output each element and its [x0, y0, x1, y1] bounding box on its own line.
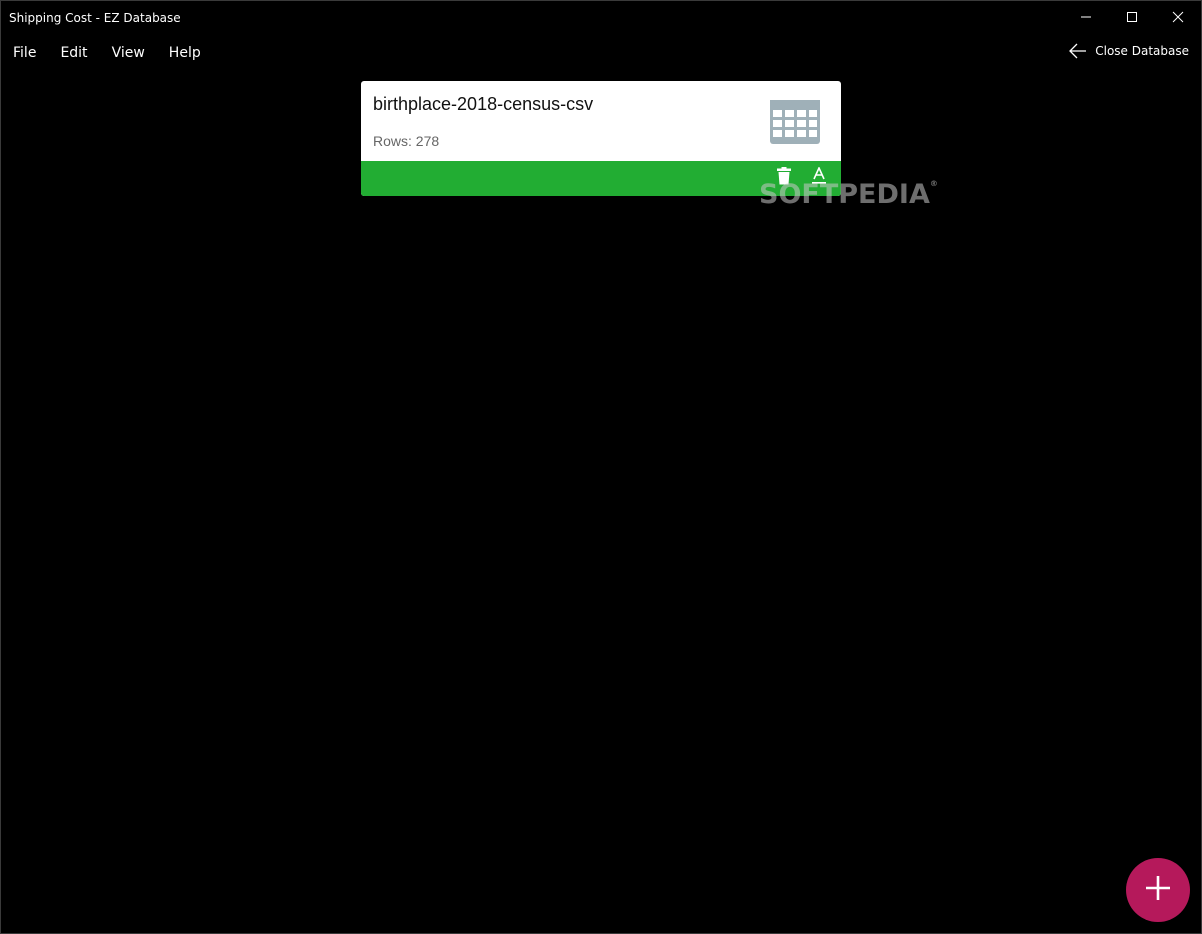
minimize-icon [1080, 11, 1092, 23]
close-window-button[interactable] [1155, 1, 1201, 33]
menu-file[interactable]: File [1, 37, 48, 73]
minimize-button[interactable] [1063, 1, 1109, 33]
menu-edit[interactable]: Edit [48, 37, 99, 73]
menu-bar: File Edit View Help [1, 37, 213, 73]
rename-table-button[interactable] [808, 165, 830, 190]
add-table-button[interactable] [1126, 858, 1190, 922]
close-icon [1172, 11, 1184, 23]
table-name: birthplace-2018-census-csv [373, 94, 594, 114]
app-window: Shipping Cost - EZ Database File Edit Vi… [0, 0, 1202, 934]
maximize-icon [1126, 11, 1138, 23]
maximize-button[interactable] [1109, 1, 1155, 33]
window-title: Shipping Cost - EZ Database [9, 11, 181, 25]
menu-view[interactable]: View [100, 37, 157, 73]
rename-text-icon [811, 165, 827, 190]
table-card-actions [361, 161, 841, 196]
trash-icon [777, 166, 791, 190]
close-database-button[interactable]: Close Database [1069, 43, 1189, 59]
close-database-label: Close Database [1095, 44, 1189, 58]
table-row-count: Rows: 278 [373, 133, 440, 149]
table-grid-icon [770, 100, 820, 149]
title-bar: Shipping Cost - EZ Database [1, 1, 1201, 35]
arrow-left-icon [1069, 43, 1087, 59]
delete-table-button[interactable] [773, 166, 795, 190]
plus-icon [1145, 875, 1171, 906]
menu-help[interactable]: Help [157, 37, 213, 73]
table-card[interactable]: birthplace-2018-census-csv Rows: 278 [361, 81, 841, 196]
watermark-mark: ® [929, 179, 938, 188]
